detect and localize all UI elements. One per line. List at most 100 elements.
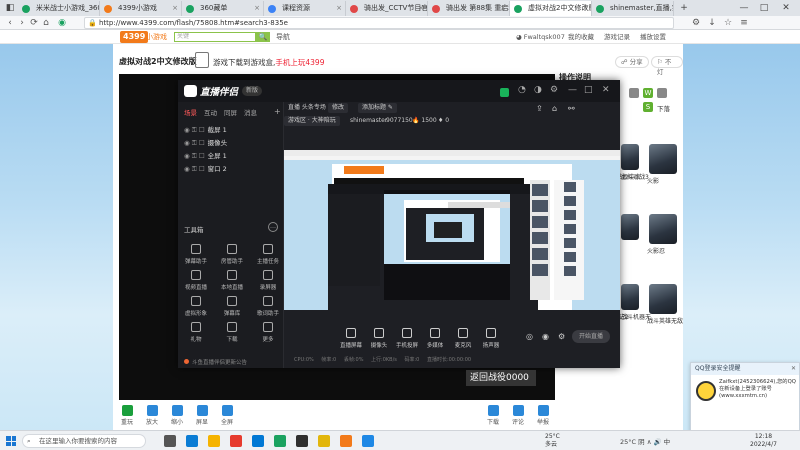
menu-icon[interactable]: ≡ [738,17,750,29]
close-icon[interactable]: ✕ [602,85,610,95]
toolbar-button-2[interactable]: 举报 [531,404,555,426]
game-thumbnail-label[interactable]: 虚拟对战3 [621,172,649,181]
extension-icon[interactable]: ⚙ [690,17,702,29]
stream-tab[interactable]: 消息 [244,107,257,117]
tool-button[interactable]: 弹幕助手 [178,244,214,265]
toolbar-button-1[interactable]: 放大 [140,404,164,426]
tool-button[interactable]: 主播任务 [250,244,286,265]
eye-icon[interactable]: ◉ [542,332,549,341]
browser-tab[interactable]: 课程资源 × [264,1,346,16]
browser-tab[interactable]: shinemaster,直播,实操视频× [592,1,674,16]
settings-icon[interactable]: ⚙ [550,85,558,95]
stream-preview[interactable] [284,150,620,310]
tool-button[interactable]: 房管助手 [214,244,250,265]
douyu-icon[interactable] [340,435,352,447]
site-search-button[interactable]: 🔍 [256,32,270,42]
app-icon-dark[interactable] [296,435,308,447]
beauty-icon[interactable]: ◎ [526,332,533,341]
share-icon[interactable]: ⇪ [536,104,543,113]
game-thumbnail-label[interactable]: 火影 [647,176,659,185]
tool-button[interactable]: 录屏器 [250,270,286,291]
site-nav-link[interactable]: 导航 [276,31,290,43]
site-search-input[interactable]: 关键 [174,32,256,42]
toolbar-button-1[interactable]: 评论 [506,404,530,426]
mobile-promo[interactable]: 游戏下载到游戏盒,手机上玩4399 [213,57,324,68]
add-icon[interactable]: + [274,107,281,116]
url-input[interactable]: 🔒 http://www.4399.com/flash/75808.htm#se… [84,17,674,29]
favorites-link[interactable]: 我的收藏 [568,31,594,43]
minimize-icon[interactable]: — [568,85,577,95]
tab-close-icon[interactable]: × [664,1,670,16]
skin-icon[interactable]: ◑ [534,85,542,95]
user-menu[interactable]: ◕ Fwaltqsk007 [516,31,565,43]
more-tools-icon[interactable]: … [268,222,278,232]
taskbar-weather[interactable]: 25°C 多云 [545,433,560,449]
scene-visibility-icon[interactable]: ◉ ⚿ ☐ [184,152,205,160]
gear-icon[interactable]: ⚙ [558,332,565,341]
tab-close-icon[interactable]: × [254,1,260,16]
maximize-icon[interactable]: □ [584,85,593,95]
browser-tab[interactable]: 骑出发 第88集 重启精打上× [428,1,510,16]
history-link[interactable]: 游戏记录 [604,31,630,43]
stream-tab[interactable]: 同屏 [224,107,237,117]
new-tab-icon[interactable]: + [676,0,692,16]
app-icon-green[interactable] [274,435,286,447]
game-thumbnail[interactable] [649,144,677,174]
sidebar-toggle-icon[interactable]: ◧ [2,0,18,16]
file-explorer-icon[interactable] [208,435,220,447]
update-notice[interactable]: 斗鱼直播伴侣更新公告 [184,358,247,366]
stream-tab[interactable]: 场景 [184,107,197,117]
room-status[interactable]: 修改 [328,103,349,113]
scene-item[interactable]: ◉ ⚿ ☐ 摄像头 [184,137,227,148]
windows-start-icon[interactable] [6,436,16,446]
game-thumbnail[interactable] [649,284,677,314]
tool-button[interactable]: 下载 [214,322,250,343]
tab-close-icon[interactable]: × [90,1,96,16]
toolbar-button-4[interactable]: 全屏 [215,404,239,426]
taskbar-clock[interactable]: 12:18 2022/4/7 [750,433,777,449]
game-thumbnail[interactable] [621,214,639,240]
window-maximize-icon[interactable]: □ [756,0,772,16]
tool-button[interactable]: 更多 [250,322,286,343]
scene-visibility-icon[interactable]: ◉ ⚿ ☐ [184,165,205,173]
game-thumbnail[interactable] [621,284,639,310]
favorites-icon[interactable]: ☆ [722,17,734,29]
window-close-icon[interactable]: ✕ [778,0,794,16]
tab-close-icon[interactable]: × [172,1,178,16]
forward-arrow-icon[interactable]: › [16,17,28,29]
notification-icon[interactable]: ◔ [518,85,526,95]
stream-control-button[interactable]: 扬声器 [476,328,506,349]
scene-item[interactable]: ◉ ⚿ ☐ 全屏 1 [184,150,227,161]
stream-control-button[interactable]: 手机投屏 [392,328,422,349]
game-thumbnail[interactable] [621,144,639,170]
back-arrow-icon[interactable]: ‹ [4,17,16,29]
browser-tab[interactable]: 虚拟对战2中文修改版,虚拟× [510,1,592,16]
game-thumbnail-label[interactable]: 火影忍 [647,246,665,255]
site-logo[interactable]: 4399 [120,31,149,43]
tool-button[interactable]: 弹幕库 [214,296,250,317]
scene-item[interactable]: ◉ ⚿ ☐ 窗口 2 [184,163,227,174]
room-name-input[interactable]: 添加标题 ✎ [358,103,397,113]
stream-tab[interactable]: 互动 [204,107,217,117]
toolbar-button-3[interactable]: 屏显 [190,404,214,426]
tab-close-icon[interactable]: × [336,1,342,16]
game-thumbnail-label[interactable]: 战斗英雄无敌 [647,316,683,325]
toolbar-button-0[interactable]: 重玩 [115,404,139,426]
browser-tab[interactable]: 骑出发_CCTV节目官网-欢乐× [346,1,428,16]
tab-close-icon[interactable]: × [500,1,506,16]
qq-notification[interactable]: QQ登录安全提醒 ✕ Zaifkxt(2452306624),您的QQ在新设备上登… [690,362,800,432]
room-category[interactable]: 游戏区 · 大神陪玩 [284,116,340,126]
tool-button[interactable]: 视频直播 [178,270,214,291]
settings-link[interactable]: 播放设置 [640,31,666,43]
tool-button[interactable]: 礼物 [178,322,214,343]
app-icon-red[interactable] [230,435,242,447]
lock-icon[interactable]: ⌂ [552,104,557,113]
share-button[interactable]: ☍ 分享 [615,56,649,68]
start-live-button[interactable]: 开始直播 [572,330,610,343]
link-icon[interactable]: ⚯ [568,104,575,113]
refresh-icon[interactable]: ⟳ [28,17,40,29]
scene-item[interactable]: ◉ ⚿ ☐ 截屏 1 [184,124,227,135]
task-view-icon[interactable] [164,435,176,447]
browser-tab[interactable]: 360藏单 × [182,1,264,16]
scene-visibility-icon[interactable]: ◉ ⚿ ☐ [184,126,205,134]
